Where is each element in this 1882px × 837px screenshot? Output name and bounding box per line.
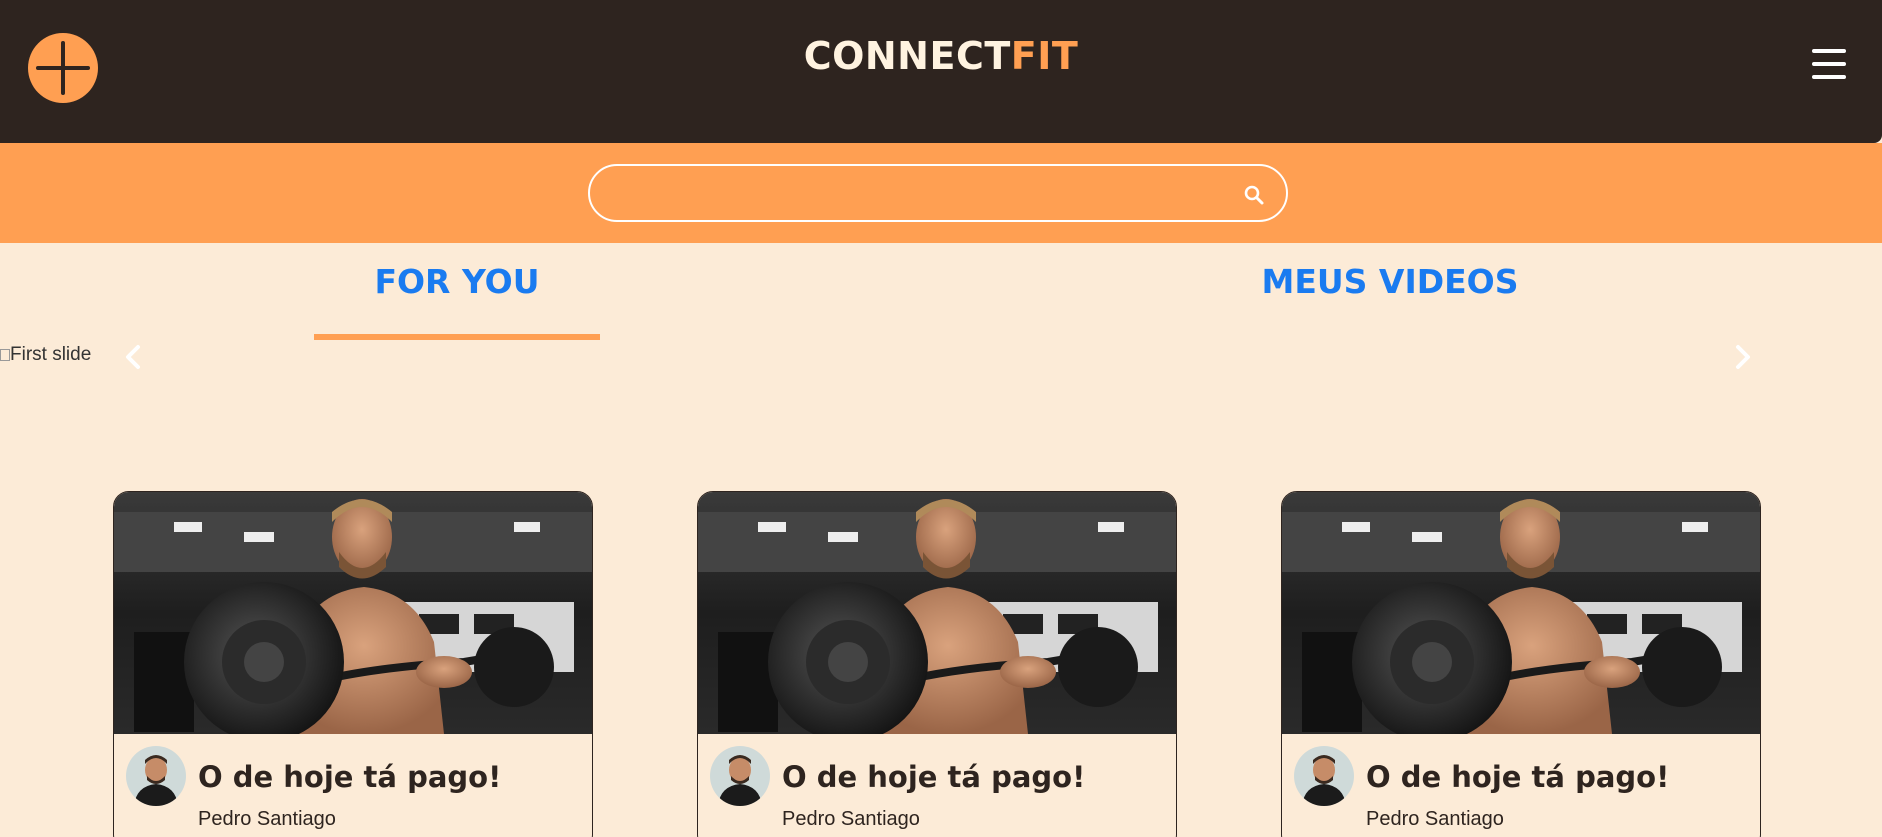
video-card[interactable]: O de hoje tá pago! Pedro Santiago xyxy=(113,491,593,837)
avatar xyxy=(1294,746,1354,806)
broken-image-icon xyxy=(0,349,10,361)
search-band xyxy=(0,143,1882,243)
video-thumbnail xyxy=(698,492,1177,734)
carousel-slide-image: First slide xyxy=(0,344,91,366)
video-thumbnail xyxy=(1282,492,1761,734)
search-box xyxy=(588,164,1288,222)
avatar xyxy=(126,746,186,806)
video-author: Pedro Santiago xyxy=(1366,808,1504,830)
slide-alt-text: First slide xyxy=(10,344,92,365)
video-title: O de hoje tá pago! xyxy=(1366,760,1670,794)
video-thumbnail xyxy=(114,492,593,734)
carousel-prev-button[interactable] xyxy=(118,340,148,374)
video-title: O de hoje tá pago! xyxy=(198,760,502,794)
video-card[interactable]: O de hoje tá pago! Pedro Santiago xyxy=(697,491,1177,837)
search-input[interactable] xyxy=(608,174,1208,212)
video-author: Pedro Santiago xyxy=(198,808,336,830)
tab-for-you[interactable]: FOR YOU xyxy=(314,262,600,301)
search-icon[interactable] xyxy=(1242,183,1266,207)
top-bar: CONNECTFIT xyxy=(0,0,1882,143)
video-author: Pedro Santiago xyxy=(782,808,920,830)
tab-meus-videos[interactable]: MEUS VIDEOS xyxy=(1240,262,1540,301)
avatar xyxy=(710,746,770,806)
carousel: First slide xyxy=(0,340,1882,480)
video-card[interactable]: O de hoje tá pago! Pedro Santiago xyxy=(1281,491,1761,837)
chevron-right-icon xyxy=(1736,345,1750,369)
hamburger-menu-icon[interactable] xyxy=(1810,47,1850,81)
app-logo: CONNECTFIT xyxy=(0,34,1882,78)
carousel-next-button[interactable] xyxy=(1728,340,1758,374)
chevron-left-icon xyxy=(126,345,140,369)
brand-name: CONNECT xyxy=(803,34,1011,78)
brand-accent: FIT xyxy=(1010,34,1079,78)
video-title: O de hoje tá pago! xyxy=(782,760,1086,794)
